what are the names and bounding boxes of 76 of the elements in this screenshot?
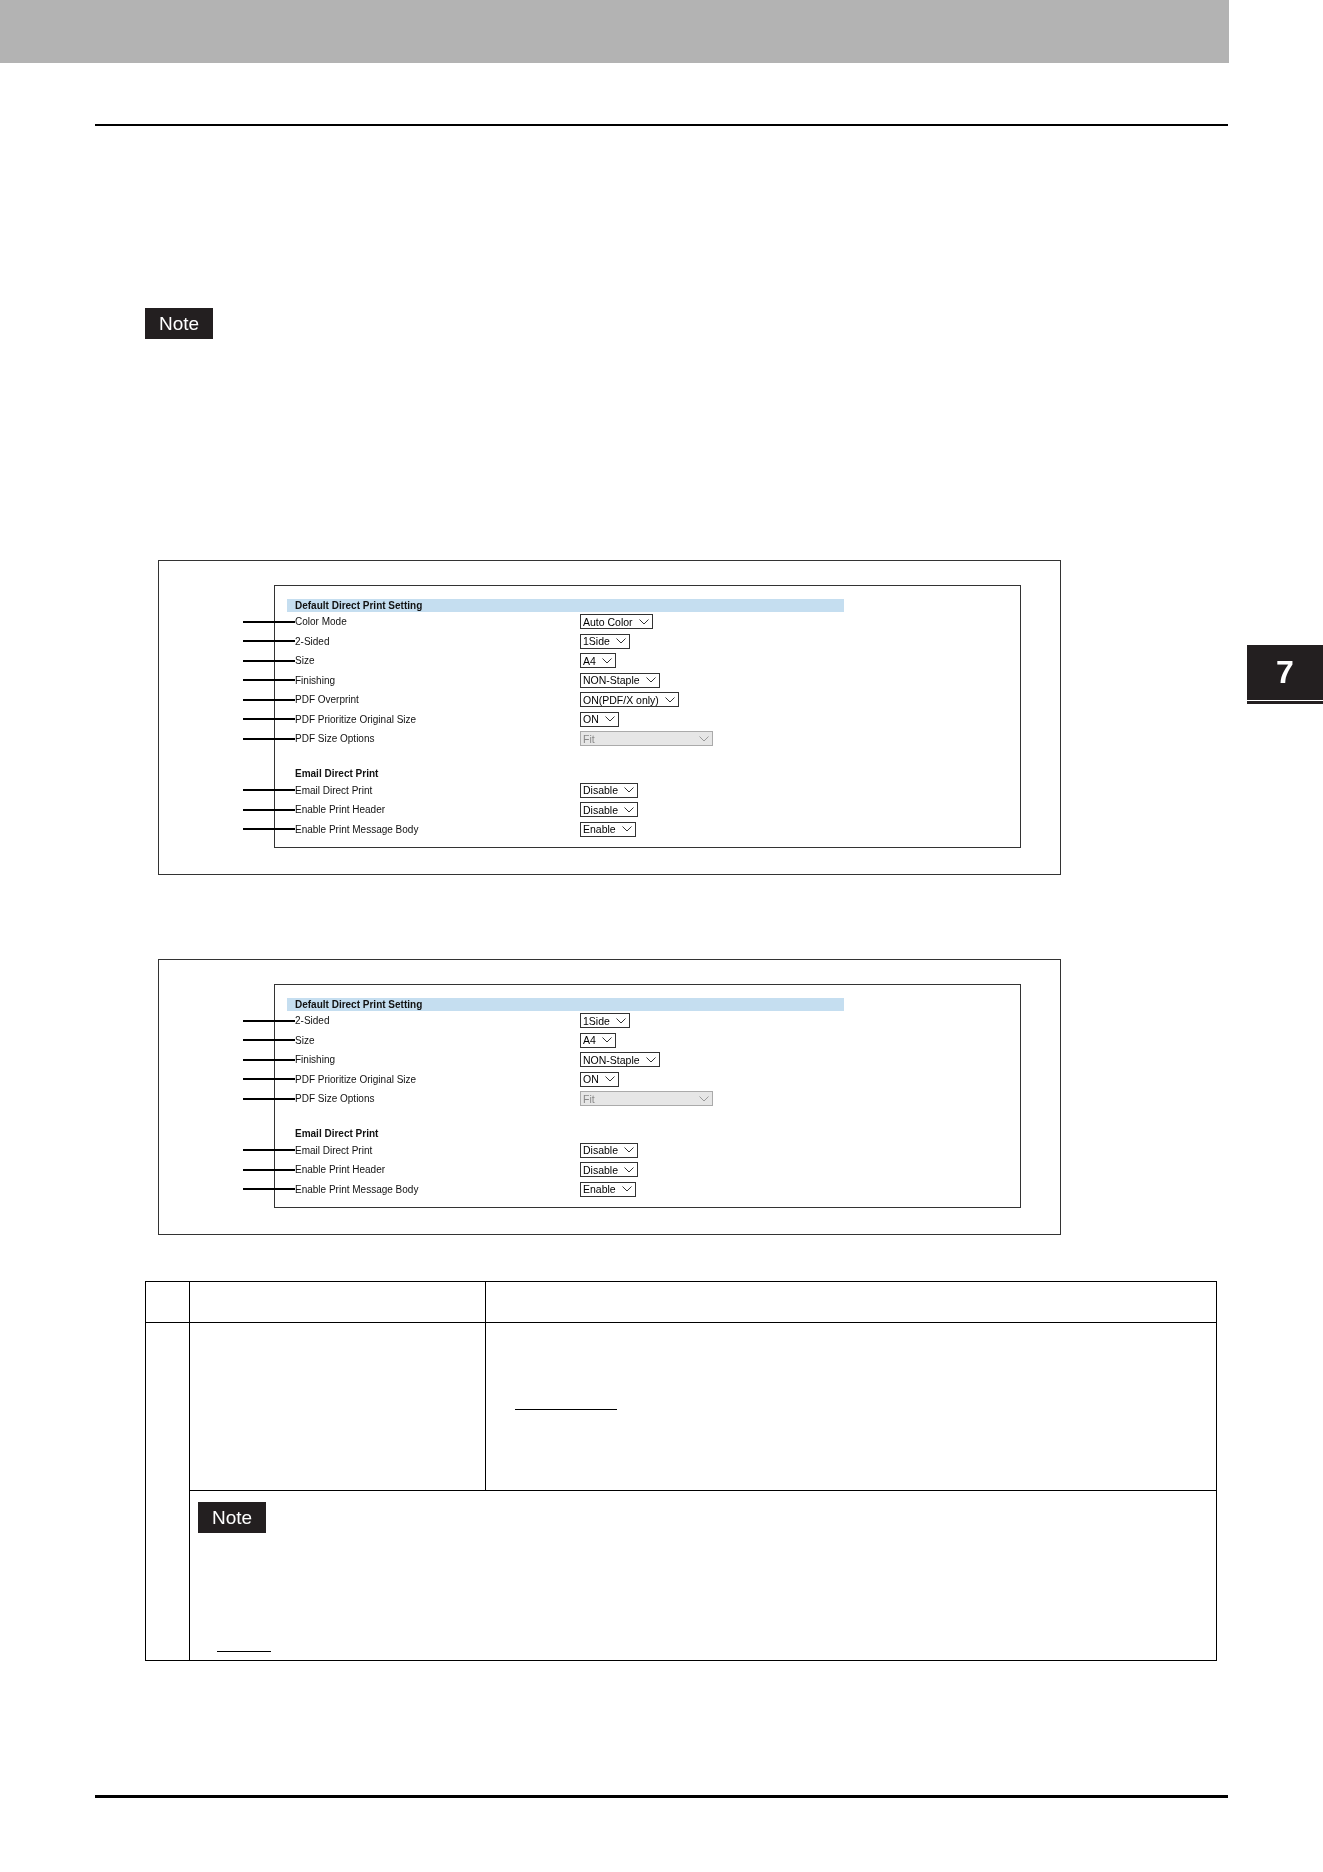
- dropdown[interactable]: Disable: [580, 1162, 639, 1178]
- setting-label: Enable Print Message Body: [295, 823, 420, 835]
- setting-label: Size: [295, 1034, 316, 1046]
- caret-icon: [601, 1037, 612, 1044]
- dropdown[interactable]: ON: [580, 1071, 619, 1087]
- dropdown[interactable]: A4: [580, 1032, 616, 1048]
- caret-icon: [601, 657, 612, 664]
- caret-icon: [624, 806, 635, 813]
- setting-label: Email Direct Print: [295, 1144, 374, 1156]
- dropdown[interactable]: Disable: [580, 782, 639, 798]
- caret-icon: [621, 1186, 632, 1193]
- dropdown[interactable]: ON: [580, 711, 619, 727]
- setting-label: Finishing: [295, 674, 337, 686]
- caret-icon: [638, 618, 649, 625]
- caret-icon: [624, 1147, 635, 1154]
- dropdown[interactable]: 1Side: [580, 633, 630, 649]
- dropdown[interactable]: NON-Staple: [580, 1052, 660, 1068]
- setting-label: PDF Overprint: [295, 694, 360, 706]
- leader-line: [243, 1149, 295, 1152]
- caret-icon: [624, 787, 635, 794]
- dropdown[interactable]: Enable: [580, 821, 636, 837]
- leader-line: [243, 1039, 295, 1042]
- caret-icon: [615, 1017, 626, 1024]
- leader-line: [243, 808, 295, 811]
- setting-label: 2-Sided: [295, 635, 331, 647]
- caret-icon: [699, 1095, 709, 1102]
- leader-line: [243, 1058, 295, 1061]
- setting-label: Enable Print Message Body: [295, 1183, 420, 1195]
- setting-label: Color Mode: [295, 616, 348, 628]
- setting-label: PDF Prioritize Original Size: [295, 713, 418, 725]
- setting-label: PDF Size Options: [295, 1093, 376, 1105]
- caret-icon: [645, 1056, 656, 1063]
- section-title: Email Direct Print: [295, 1126, 380, 1141]
- leader-line: [243, 1078, 295, 1081]
- setting-label: PDF Prioritize Original Size: [295, 1073, 418, 1085]
- leader-line: [243, 737, 295, 740]
- leader-line: [243, 1097, 295, 1100]
- setting-label: Size: [295, 655, 316, 667]
- dropdown[interactable]: 1Side: [580, 1013, 630, 1029]
- note-badge: Note: [145, 308, 214, 339]
- caret-icon: [604, 716, 615, 723]
- section-header: Default Direct Print Setting: [287, 599, 844, 612]
- note-badge: Note: [198, 1502, 267, 1533]
- section-header: Default Direct Print Setting: [287, 998, 844, 1011]
- setting-label: Enable Print Header: [295, 804, 387, 816]
- section-title: Email Direct Print: [295, 766, 380, 781]
- dropdown[interactable]: NON-Staple: [580, 672, 660, 688]
- leader-line: [243, 698, 295, 701]
- caret-icon: [604, 1076, 615, 1083]
- caret-icon: [624, 1166, 635, 1173]
- dropdown[interactable]: Disable: [580, 802, 639, 818]
- caret-icon: [699, 735, 709, 742]
- leader-line: [243, 718, 295, 721]
- setting-label: 2-Sided: [295, 1015, 331, 1027]
- leader-line: [243, 789, 295, 792]
- leader-line: [243, 640, 295, 643]
- leader-line: [243, 659, 295, 662]
- setting-label: Enable Print Header: [295, 1164, 387, 1176]
- setting-label: Finishing: [295, 1054, 337, 1066]
- caret-icon: [621, 826, 632, 833]
- leader-line: [243, 1188, 295, 1191]
- leader-line: [243, 620, 295, 623]
- setting-label: PDF Size Options: [295, 733, 376, 745]
- dropdown[interactable]: ON(PDF/X only): [580, 692, 679, 708]
- caret-icon: [664, 696, 675, 703]
- leader-line: [243, 1019, 295, 1022]
- setting-label: Email Direct Print: [295, 784, 374, 796]
- dropdown[interactable]: Auto Color: [580, 614, 653, 630]
- caret-icon: [615, 638, 626, 645]
- leader-line: [243, 828, 295, 831]
- leader-line: [243, 1168, 295, 1171]
- leader-line: [243, 679, 295, 682]
- dropdown[interactable]: A4: [580, 653, 616, 669]
- dropdown[interactable]: Enable: [580, 1181, 636, 1197]
- caret-icon: [645, 677, 656, 684]
- dropdown[interactable]: Disable: [580, 1142, 639, 1158]
